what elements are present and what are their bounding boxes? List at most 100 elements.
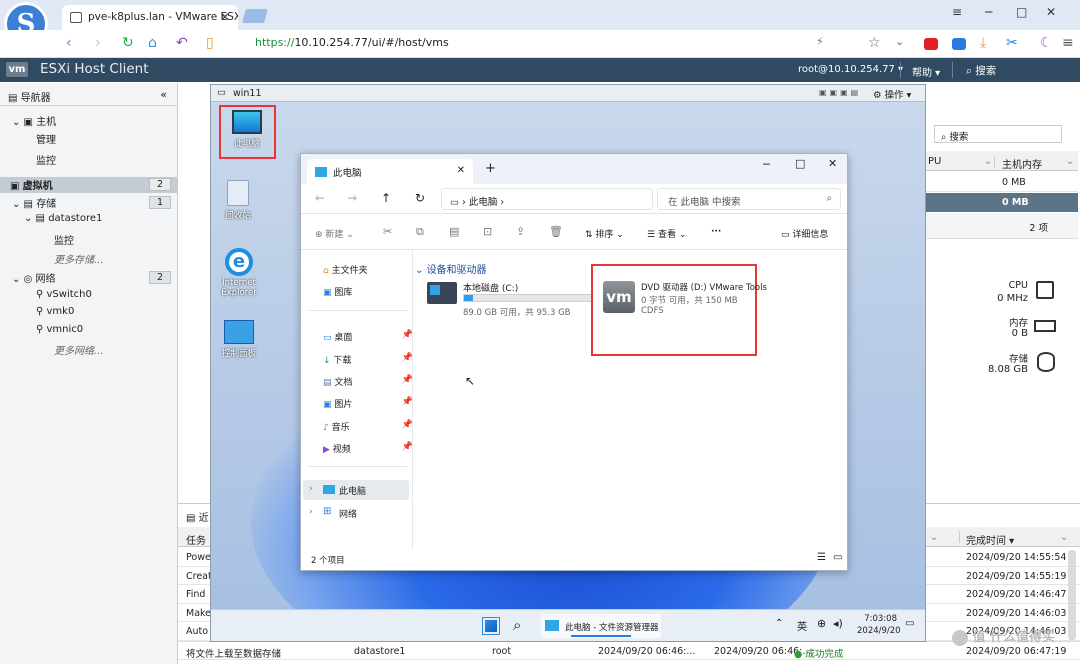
scissors-icon[interactable]: ✂	[1006, 35, 1018, 51]
share-icon[interactable]: ⇪	[516, 225, 525, 238]
vm-search-input[interactable]: ⌕ 搜索	[934, 125, 1062, 143]
delete-icon[interactable]: 🗑	[549, 225, 563, 238]
user-menu[interactable]: root@10.10.254.77 ▾	[798, 64, 903, 75]
tray-language[interactable]: 英	[797, 618, 807, 633]
col-task[interactable]: 任务	[186, 532, 206, 547]
chevron-down-icon[interactable]: ⌄	[895, 35, 904, 48]
more-button[interactable]: ···	[711, 227, 721, 237]
nav-host-manage[interactable]: 管理	[36, 131, 56, 147]
up-icon[interactable]: ↑	[381, 191, 391, 205]
download-icon[interactable]: ⤓	[980, 35, 986, 51]
explorer-minimize-button[interactable]: ─	[763, 158, 770, 171]
sort-button[interactable]: ⇅ 排序 ⌄	[585, 227, 624, 240]
restore-button[interactable]: □	[1016, 5, 1027, 19]
col-host-memory[interactable]: 主机内存	[1002, 156, 1042, 171]
volume-icon[interactable]: ◂)	[833, 617, 843, 630]
col-cpu[interactable]: PU	[928, 156, 941, 167]
desktop-icon-recycle-bin[interactable]: 回收站	[219, 180, 257, 221]
forward-icon[interactable]: →	[347, 191, 357, 205]
drive-d-dvd[interactable]: vm DVD 驱动器 (D:) VMware Tools 0 字节 可用，共 1…	[601, 278, 767, 322]
desktop-icon-ie[interactable]: e Internet Explorer	[217, 248, 261, 298]
refresh-icon[interactable]: ↻	[415, 191, 425, 205]
vm-row-selected[interactable]: 0 MB	[926, 193, 1078, 212]
tasks-scrollbar[interactable]	[1068, 550, 1076, 640]
start-icon[interactable]	[482, 617, 500, 635]
desktop-icon-this-pc[interactable]: 此电脑	[221, 110, 273, 149]
nav-more-storage[interactable]: 更多存储...	[54, 251, 104, 267]
col-completed[interactable]: 完成时间 ▾	[966, 532, 1014, 547]
nav-vms[interactable]: ▣ 虚拟机 2	[0, 177, 177, 193]
clock-time[interactable]: 7:03:08	[863, 614, 897, 624]
taskbar-explorer-button[interactable]: 此电脑 - 文件资源管理器	[541, 614, 661, 638]
network-icon[interactable]: ⊕	[817, 617, 826, 630]
task-row-upload[interactable]: 将文件上载至数据存储 datastore1 root 2024/09/20 06…	[178, 641, 1080, 660]
moon-icon[interactable]: ☾	[1040, 35, 1053, 51]
explorer-breadcrumb[interactable]: ▭ › 此电脑 ›	[441, 188, 653, 210]
back-icon[interactable]: ←	[315, 191, 325, 205]
cut-icon[interactable]: ✂	[383, 225, 392, 238]
header-search[interactable]: ⌕ 搜索	[966, 63, 996, 78]
reading-icon[interactable]: ▯	[206, 35, 214, 51]
star-icon[interactable]: ☆	[868, 35, 881, 51]
new-button[interactable]: ⊕ 新建 ⌄	[315, 227, 354, 240]
side-network[interactable]: › ⊞ 网络	[303, 503, 409, 523]
home-icon[interactable]: ⌂	[148, 35, 157, 51]
side-desktop[interactable]: ▭ 桌面 📌	[323, 330, 413, 343]
reload-icon[interactable]: ↻	[122, 35, 134, 51]
copy-icon[interactable]: ⧉	[416, 225, 424, 239]
nav-host-monitor[interactable]: 监控	[36, 152, 56, 168]
desktop-icon-control-panel[interactable]: 控制面板	[217, 320, 261, 359]
tile-view-icon[interactable]: ▭	[833, 552, 842, 563]
side-music[interactable]: ♪ 音乐 📌	[323, 420, 413, 433]
explorer-new-tab-button[interactable]: +	[485, 161, 496, 176]
menu-icon[interactable]: ≡	[952, 5, 962, 19]
tab-close-icon[interactable]: ✕	[220, 10, 230, 24]
explorer-close-button[interactable]: ✕	[828, 157, 837, 170]
rename-icon[interactable]: ⊡	[483, 225, 492, 238]
nav-vswitch[interactable]: ⚲ vSwitch0	[36, 289, 92, 305]
forward-icon[interactable]: ›	[95, 35, 101, 51]
details-button[interactable]: ▭ 详细信息	[781, 227, 828, 240]
side-this-pc-selected[interactable]: › 此电脑	[303, 480, 409, 500]
side-downloads[interactable]: ↓ 下载 📌	[323, 353, 413, 366]
back-icon[interactable]: ‹	[66, 35, 72, 51]
console-window-controls[interactable]: ▣▣▣▤	[819, 88, 861, 97]
console-actions-menu[interactable]: ⚙ 操作 ▾	[873, 87, 911, 101]
notification-icon[interactable]: ▭	[905, 618, 914, 629]
close-button[interactable]: ✕	[1046, 5, 1056, 19]
side-pictures[interactable]: ▣ 图片 📌	[323, 397, 413, 410]
paste-icon[interactable]: ▤	[449, 225, 459, 238]
drive-c[interactable]: 本地磁盘 (C:) 89.0 GB 可用，共 95.3 GB	[425, 278, 595, 318]
explorer-tab[interactable]: 此电脑 ✕	[307, 159, 473, 184]
explorer-search-input[interactable]: 在 此电脑 中搜索 ⌕	[657, 188, 841, 210]
bolt-icon[interactable]: ⚡	[816, 35, 824, 48]
nav-vmnic[interactable]: ⚲ vmnic0	[36, 324, 83, 340]
nav-more-network[interactable]: 更多网络...	[54, 342, 104, 358]
extension-icon[interactable]	[924, 38, 938, 50]
group-devices-drives[interactable]: ⌄ 设备和驱动器	[415, 261, 487, 276]
nav-datastore[interactable]: ⌄ ▤ datastore1	[24, 213, 102, 229]
nav-host[interactable]: ⌄ ▣ 主机	[12, 113, 56, 129]
clock-date[interactable]: 2024/9/20	[857, 626, 901, 636]
nav-vmk[interactable]: ⚲ vmk0	[36, 306, 74, 322]
tray-chevron-icon[interactable]: ⌃	[775, 618, 783, 629]
nav-datastore-monitor[interactable]: 监控	[54, 232, 74, 248]
new-tab-button[interactable]	[242, 9, 268, 23]
file-explorer-window[interactable]: 此电脑 ✕ + ─ □ ✕ ← → ↑ ↻ ▭ › 此电脑 › 在 此电脑 中搜…	[300, 153, 848, 571]
side-gallery[interactable]: ▣ 图库	[323, 285, 352, 298]
side-videos[interactable]: ▶ 视频 📌	[323, 442, 413, 455]
browser-tab[interactable]: pve-k8plus.lan - VMware ESXi ✕	[62, 5, 238, 30]
nav-network[interactable]: ⌄ ◎ 网络 2	[12, 270, 177, 286]
vm-row[interactable]: 0 MB	[926, 173, 1078, 192]
list-view-icon[interactable]: ☰	[817, 552, 826, 563]
minimize-button[interactable]: ─	[985, 5, 992, 19]
collapse-icon[interactable]: «	[160, 88, 167, 101]
tab-close-icon[interactable]: ✕	[457, 165, 465, 176]
search-icon[interactable]: ⌕	[513, 616, 521, 634]
nav-storage[interactable]: ⌄ ▤ 存储 1	[12, 195, 177, 211]
url-field[interactable]: https://10.10.254.77/ui/#/host/vms	[255, 36, 449, 49]
view-button[interactable]: ☰ 查看 ⌄	[647, 227, 686, 240]
menu-dots-icon[interactable]: ≡	[1062, 35, 1074, 51]
explorer-maximize-button[interactable]: □	[795, 157, 805, 170]
translate-icon[interactable]	[952, 38, 966, 50]
